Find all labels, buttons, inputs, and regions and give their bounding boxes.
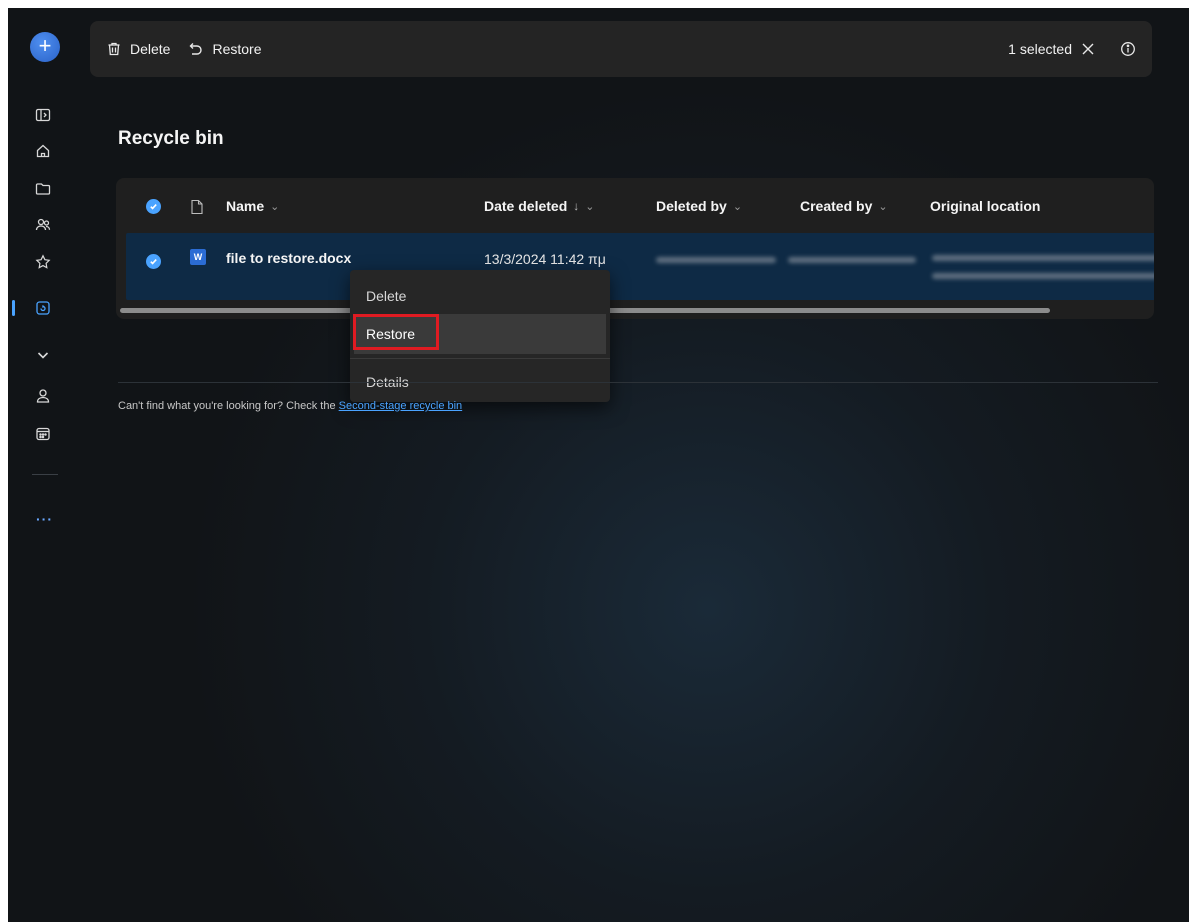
column-created-by[interactable]: Created by ⌄ — [800, 198, 888, 214]
date-deleted-value: 13/3/2024 11:42 πμ — [484, 251, 606, 267]
redacted-deleted-by — [656, 257, 776, 263]
word-document-icon: W — [190, 249, 206, 265]
checkmark-icon — [150, 258, 157, 265]
page-title: Recycle bin — [118, 128, 224, 149]
file-name[interactable]: file to restore.docx — [226, 250, 351, 266]
table-header: Name ⌄ Date deleted ↓ ⌄ Deleted by ⌄ Cre… — [116, 178, 1154, 233]
menu-item-delete-label: Delete — [366, 288, 407, 304]
active-indicator — [12, 300, 15, 316]
help-text: Can't find what you're looking for? Chec… — [118, 400, 462, 412]
restore-button[interactable]: Restore — [188, 41, 262, 57]
people-icon[interactable] — [34, 216, 52, 234]
second-stage-recycle-bin-link[interactable]: Second-stage recycle bin — [339, 400, 463, 412]
file-type-icon — [191, 199, 203, 215]
select-all-checkbox[interactable] — [146, 199, 161, 214]
highlight-box — [353, 314, 439, 350]
command-bar: Delete Restore 1 selected — [90, 21, 1152, 77]
column-original-location[interactable]: Original location — [930, 198, 1040, 214]
column-deleted-by[interactable]: Deleted by ⌄ — [656, 198, 742, 214]
help-text-label: Can't find what you're looking for? Chec… — [118, 400, 339, 412]
file-table: Name ⌄ Date deleted ↓ ⌄ Deleted by ⌄ Cre… — [116, 178, 1154, 319]
column-name[interactable]: Name ⌄ — [226, 198, 279, 214]
undo-icon — [189, 43, 203, 55]
more-icon[interactable]: ··· — [36, 511, 53, 527]
sort-arrow-icon: ↓ — [573, 199, 580, 213]
calendar-icon[interactable] — [34, 425, 52, 443]
checkmark-icon — [150, 203, 157, 210]
trash-icon — [108, 42, 120, 56]
chevron-down-icon[interactable] — [34, 346, 52, 364]
column-deleted-by-label: Deleted by — [656, 198, 727, 214]
redacted-created-by — [788, 257, 916, 263]
chevron-down-icon: ⌄ — [878, 200, 888, 213]
column-date-deleted[interactable]: Date deleted ↓ ⌄ — [484, 198, 594, 214]
delete-label: Delete — [130, 41, 171, 57]
delete-button[interactable]: Delete — [106, 41, 170, 57]
column-original-location-label: Original location — [930, 198, 1041, 214]
menu-divider — [350, 358, 610, 359]
redacted-original-location — [932, 273, 1154, 279]
row-checkbox[interactable] — [146, 254, 161, 269]
info-icon[interactable] — [1120, 41, 1136, 57]
selection-count: 1 selected — [1008, 41, 1072, 57]
column-name-label: Name — [226, 198, 265, 214]
table-row[interactable]: W file to restore.docx 13/3/2024 11:42 π… — [126, 233, 1154, 300]
person-icon[interactable] — [34, 387, 52, 405]
home-icon[interactable] — [34, 142, 52, 160]
menu-item-delete[interactable]: Delete — [354, 276, 606, 316]
plus-icon: + — [38, 33, 52, 58]
folder-icon[interactable] — [34, 180, 52, 198]
sidebar-toggle-icon[interactable] — [34, 106, 52, 124]
create-new-button[interactable]: + — [30, 32, 60, 62]
chevron-down-icon: ⌄ — [270, 200, 280, 213]
recycle-bin-icon[interactable] — [34, 299, 52, 317]
restore-label: Restore — [212, 41, 262, 57]
clear-selection-icon[interactable] — [1080, 41, 1096, 57]
redacted-original-location — [932, 255, 1154, 261]
column-created-by-label: Created by — [800, 198, 873, 214]
chevron-down-icon: ⌄ — [585, 200, 595, 213]
nav-rail: + ··· — [8, 8, 80, 922]
star-icon[interactable] — [34, 253, 52, 271]
rail-divider — [32, 474, 58, 475]
section-divider — [118, 382, 1158, 383]
column-date-deleted-label: Date deleted — [484, 198, 568, 214]
app-frame: + ··· Delete Restore 1 selected Recycle … — [8, 8, 1189, 922]
chevron-down-icon: ⌄ — [732, 200, 743, 213]
